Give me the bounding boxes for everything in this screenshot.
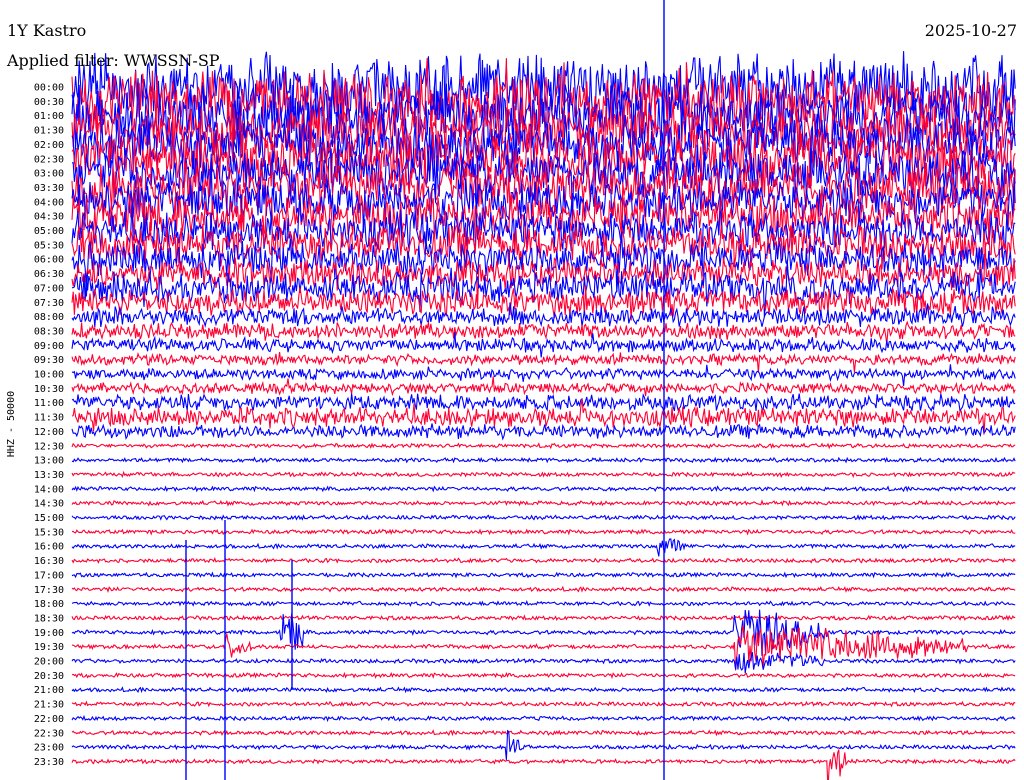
time-tick-label: 21:30	[34, 700, 64, 711]
time-tick-label: 16:30	[34, 556, 64, 567]
trace-line	[71, 470, 1016, 479]
time-tick-label: 16:00	[34, 542, 64, 553]
time-tick-label: 06:00	[34, 255, 64, 266]
time-tick-label: 13:30	[34, 470, 64, 481]
time-tick-label: 02:00	[34, 140, 64, 151]
trace-group	[71, 0, 1016, 780]
trace-line	[71, 392, 1016, 413]
trace-line	[71, 671, 1016, 680]
time-tick-label: 11:30	[34, 413, 64, 424]
trace-line	[71, 729, 1016, 760]
trace-line	[71, 528, 1016, 536]
trace-line	[71, 538, 1016, 557]
trace-line	[71, 614, 1016, 622]
time-tick-label: 04:00	[34, 197, 64, 208]
trace-line	[71, 700, 1016, 708]
time-tick-label: 08:00	[34, 312, 64, 323]
trace-line	[71, 652, 1016, 674]
time-tick-label: 08:30	[34, 326, 64, 337]
station-title: 1Y Kastro	[7, 21, 86, 40]
time-tick-label: 02:30	[34, 154, 64, 165]
time-tick-label: 23:00	[34, 743, 64, 754]
trace-line	[71, 571, 1016, 579]
time-tick-label: 01:30	[34, 126, 64, 137]
filter-label: Applied filter: WWSSN-SP	[6, 51, 220, 70]
time-tick-label: 13:00	[34, 456, 64, 467]
time-tick-label: 05:30	[34, 240, 64, 251]
seismogram-plot: 00:00 00:30 01:00 01:30 02:00 02:30 03:00 03:30…	[6, 0, 1017, 780]
time-tick-label: 10:00	[34, 370, 64, 381]
trace-line	[71, 686, 1016, 694]
trace-line	[71, 556, 1016, 564]
time-tick-label: 20:00	[34, 657, 64, 668]
trace-line	[71, 320, 1016, 345]
trace-line	[71, 585, 1016, 593]
trace-line	[71, 729, 1016, 737]
time-tick-label: 22:00	[34, 714, 64, 725]
trace-line	[71, 302, 1016, 328]
trace-line	[71, 599, 1016, 607]
trace-line	[71, 749, 1016, 780]
time-tick-label: 15:00	[34, 513, 64, 524]
time-tick-label: 04:30	[34, 212, 64, 223]
time-tick-label: 01:00	[34, 111, 64, 122]
time-tick-label: 07:00	[34, 283, 64, 294]
time-tick-label: 20:30	[34, 671, 64, 682]
y-axis-label: HHZ - 50000	[6, 391, 17, 457]
time-tick-label: 07:30	[34, 298, 64, 309]
time-tick-label: 06:30	[34, 269, 64, 280]
time-tick-label: 19:00	[34, 628, 64, 639]
time-tick-label: 22:30	[34, 728, 64, 739]
time-tick-label: 09:00	[34, 341, 64, 352]
time-tick-label: 03:30	[34, 183, 64, 194]
trace-line	[71, 364, 1016, 386]
time-tick-label: 18:30	[34, 613, 64, 624]
time-tick-label: 00:30	[34, 97, 64, 108]
date-label: 2025-10-27	[925, 21, 1017, 40]
trace-line	[71, 456, 1016, 464]
trace-line	[71, 442, 1016, 450]
time-tick-label: 09:30	[34, 355, 64, 366]
time-tick-label: 00:00	[34, 83, 64, 94]
time-tick-label: 19:30	[34, 642, 64, 653]
time-tick-label: 12:30	[34, 441, 64, 452]
time-tick-label: 18:00	[34, 599, 64, 610]
time-tick-label: 10:30	[34, 384, 64, 395]
time-tick-label: 21:00	[34, 685, 64, 696]
trace-line	[71, 499, 1016, 507]
trace-line	[71, 514, 1016, 521]
time-tick-label: 17:30	[34, 585, 64, 596]
trace-line	[71, 423, 1016, 441]
trace-line	[71, 714, 1016, 723]
time-tick-label: 14:30	[34, 499, 64, 510]
time-tick-label: 03:00	[34, 169, 64, 180]
time-tick-label: 12:00	[34, 427, 64, 438]
trace-line	[71, 259, 1016, 318]
time-tick-label: 17:00	[34, 570, 64, 581]
trace-line	[71, 376, 1016, 397]
time-tick-label: 14:00	[34, 484, 64, 495]
trace-line	[71, 485, 1016, 493]
time-tick-label: 11:00	[34, 398, 64, 409]
time-tick-label: 05:00	[34, 226, 64, 237]
time-tick-label: 23:30	[34, 757, 64, 768]
time-tick-label: 15:30	[34, 527, 64, 538]
time-tick-labels: 00:00 00:30 01:00 01:30 02:00 02:30 03:00 03:30…	[34, 83, 64, 768]
